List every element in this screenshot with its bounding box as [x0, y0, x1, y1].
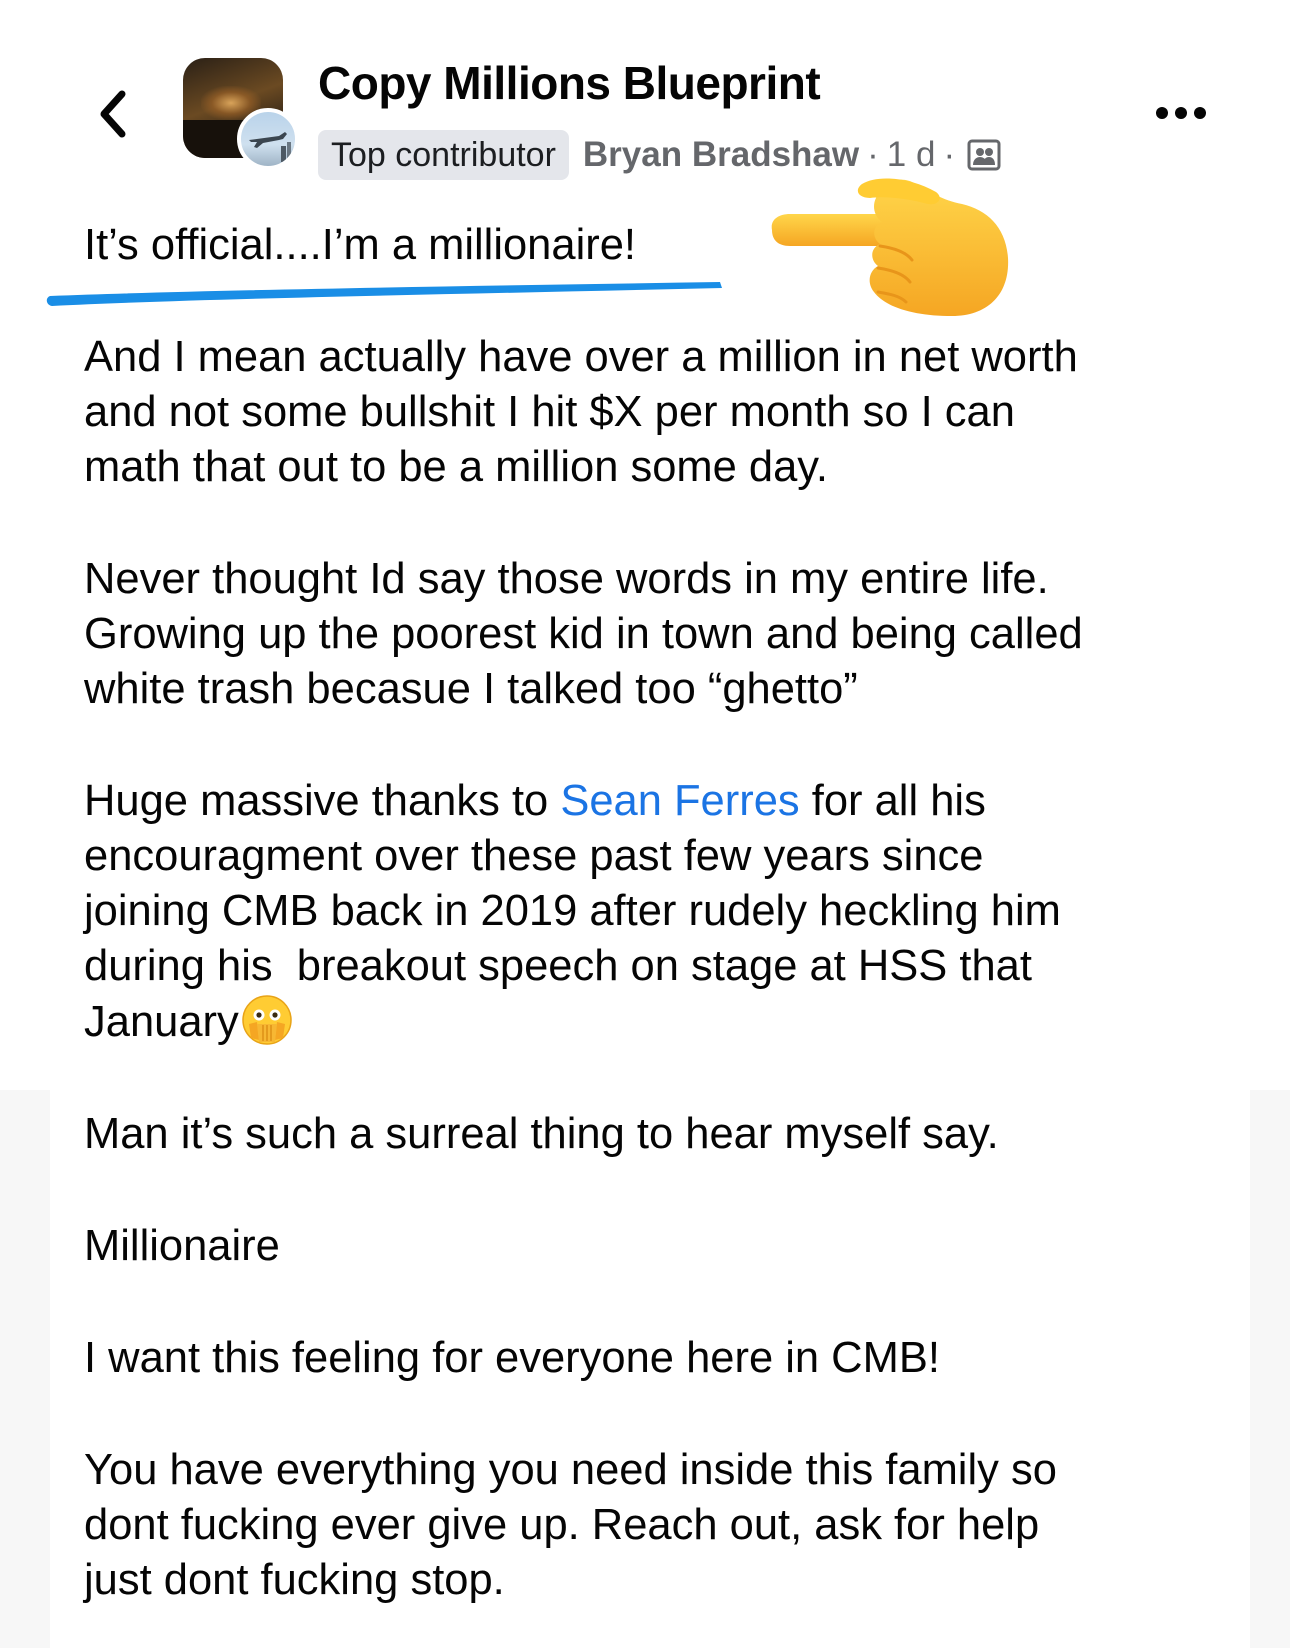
- chevron-left-icon: [100, 90, 126, 138]
- post-line: Huge massive thanks to Sean Ferres for a…: [84, 774, 1234, 829]
- post-line: You have everything you need inside this…: [84, 1446, 1057, 1494]
- post-line: during his breakout speech on stage at H…: [84, 942, 1032, 990]
- airplane-icon: [249, 132, 291, 162]
- face-with-open-eyes-and-hand-over-mouth-emoji: [242, 995, 292, 1045]
- group-name[interactable]: Copy Millions Blueprint: [318, 56, 821, 110]
- post-paragraph: And I mean actually have over a million …: [84, 330, 1234, 495]
- post-line: joining CMB back in 2019 after rudely he…: [84, 887, 1061, 935]
- post-line: dont fucking ever give up. Reach out, as…: [84, 1501, 1040, 1549]
- post-body: It’s official....I’m a millionaire! And …: [84, 218, 1234, 1608]
- post-line: Growing up the poorest kid in town and b…: [84, 610, 1083, 658]
- post-headline: It’s official....I’m a millionaire!: [84, 221, 636, 269]
- post-paragraph: Huge massive thanks to Sean Ferres for a…: [84, 774, 1234, 1050]
- meta-separator: ·: [867, 135, 879, 174]
- mention-link[interactable]: Sean Ferres: [560, 777, 799, 825]
- meta-separator: ·: [943, 135, 956, 174]
- post-line: math that out to be a million some day.: [84, 443, 828, 491]
- post-line: white trash becasue I talked too “ghetto…: [84, 665, 858, 713]
- post-text: for all his: [799, 777, 986, 825]
- post-text: Huge massive thanks to: [84, 777, 561, 825]
- post-line: and not some bullshit I hit $X per month…: [84, 388, 1015, 436]
- post-meta: Top contributor Bryan Bradshaw · 1 d ·: [318, 127, 1001, 183]
- post-screen: Copy Millions Blueprint Top contributor …: [0, 0, 1290, 1648]
- more-horizontal-icon[interactable]: [1154, 100, 1208, 126]
- post-line: just dont fucking stop.: [84, 1556, 505, 1604]
- post-paragraph: Man it’s such a surreal thing to hear my…: [84, 1110, 999, 1158]
- top-contributor-badge: Top contributor: [318, 130, 569, 180]
- post-line: Never thought Id say those words in my e…: [84, 555, 1049, 603]
- post-timestamp[interactable]: 1 d: [887, 135, 936, 175]
- post-line: January: [84, 994, 1234, 1050]
- author-name[interactable]: Bryan Bradshaw: [583, 135, 859, 175]
- post-avatars[interactable]: [183, 58, 299, 170]
- post-paragraph: You have everything you need inside this…: [84, 1443, 1234, 1608]
- user-avatar[interactable]: [237, 108, 299, 170]
- post-paragraph: Never thought Id say those words in my e…: [84, 552, 1234, 717]
- post-line: encouragment over these past few years s…: [84, 832, 984, 880]
- post-paragraph: Millionaire: [84, 1222, 280, 1270]
- post-paragraph: I want this feeling for everyone here in…: [84, 1334, 940, 1382]
- back-button[interactable]: [92, 86, 136, 142]
- post-text: January: [84, 998, 239, 1046]
- group-members-icon: [967, 139, 1001, 171]
- post-line: And I mean actually have over a million …: [84, 333, 1078, 381]
